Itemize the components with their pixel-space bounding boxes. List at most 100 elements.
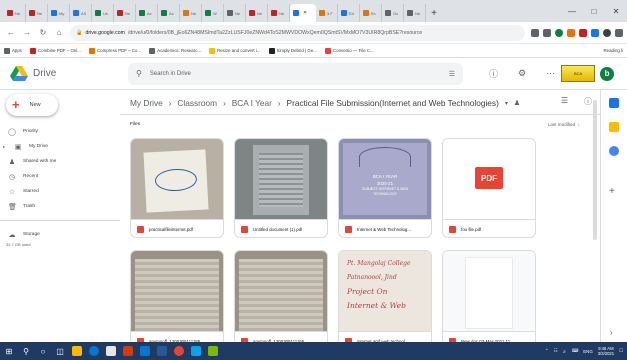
- new-tab-button[interactable]: +: [426, 4, 442, 22]
- browser-tab[interactable]: Ne: [268, 4, 290, 22]
- breadcrumb-item[interactable]: My Drive: [130, 98, 163, 108]
- account-avatar[interactable]: b: [600, 66, 615, 81]
- edge-icon[interactable]: [89, 346, 99, 356]
- forward-icon[interactable]: →: [22, 28, 32, 37]
- close-window-icon[interactable]: ✕: [605, 0, 627, 22]
- office-icon[interactable]: [123, 346, 133, 356]
- extension-icon[interactable]: [591, 28, 599, 37]
- sort-control[interactable]: Last modified ↓: [548, 122, 580, 127]
- notifications-icon[interactable]: ☐: [619, 348, 623, 354]
- browser-tab[interactable]: Ed: [338, 4, 360, 22]
- file-card[interactable]: anutosoff_1200305111165...: [234, 250, 328, 350]
- browser-tab[interactable]: Ne: [224, 4, 246, 22]
- shared-folder-icon[interactable]: ♟: [514, 99, 520, 107]
- bookmark-item[interactable]: Apps: [4, 47, 22, 54]
- clock[interactable]: 9:46 AM 3/3/2021: [598, 346, 614, 356]
- file-card[interactable]: Untitled document (1).pdf: [234, 138, 328, 238]
- chevron-down-icon[interactable]: ▾: [505, 100, 508, 107]
- sidebar-item-trash[interactable]: 🗑 Trash: [0, 199, 120, 214]
- file-card[interactable]: anutosoff_1200305111185...: [130, 250, 224, 350]
- bookmark-star-icon[interactable]: [543, 28, 551, 37]
- search-bar[interactable]: ⚲ Search in Drive ☰: [128, 62, 463, 85]
- file-card[interactable]: Pt. Mangolaj College Patnanoool, Jind Pr…: [338, 250, 432, 350]
- browser-tab[interactable]: Ne: [404, 4, 426, 22]
- extension-icon[interactable]: [579, 28, 587, 37]
- file-card[interactable]: New doc 03-Mar-2021 11...: [442, 250, 536, 350]
- sidebar-item-recent[interactable]: ◷ Recent: [0, 169, 120, 184]
- home-icon[interactable]: ⌂: [54, 28, 64, 37]
- breadcrumb-item[interactable]: Classroom: [177, 98, 217, 108]
- browser-tab[interactable]: My: [48, 4, 70, 22]
- browser-tab[interactable]: AS: [70, 4, 92, 22]
- chrome-icon[interactable]: [174, 346, 184, 356]
- windows-start-icon[interactable]: ⊞: [4, 346, 14, 356]
- sidebar-item-priority[interactable]: ◯ Priority: [0, 124, 120, 139]
- breadcrumb-item[interactable]: BCA I Year: [232, 98, 272, 108]
- network-icon[interactable]: ☷: [554, 348, 558, 354]
- address-bar[interactable]: 🔒 drive.google.com/drive/u/0/folders/0B_…: [70, 24, 525, 41]
- minimize-icon[interactable]: —: [561, 0, 583, 22]
- breadcrumb-current[interactable]: Practical File Submission(Internet and W…: [287, 98, 499, 108]
- browser-tab[interactable]: Ne: [26, 4, 48, 22]
- reading-list[interactable]: Reading li: [603, 48, 627, 53]
- task-view-icon[interactable]: ◫: [55, 346, 65, 356]
- browser-tab[interactable]: Gc: [382, 4, 404, 22]
- browser-tab-active[interactable]: ✕: [290, 4, 316, 22]
- bookmark-item[interactable]: Compress PDF – Co...: [88, 47, 141, 54]
- browser-tab[interactable]: Ex: [360, 4, 382, 22]
- search-icon[interactable]: ⚲: [136, 69, 142, 78]
- sidebar-item-my-drive[interactable]: ▸ ▣ My Drive: [0, 139, 120, 154]
- browser-tab[interactable]: 3.F: [316, 4, 338, 22]
- app-icon[interactable]: [208, 346, 218, 356]
- browser-tab[interactable]: Ne: [246, 4, 268, 22]
- maximize-icon[interactable]: □: [583, 0, 605, 22]
- browser-tab[interactable]: Ne: [180, 4, 202, 22]
- extension-icon[interactable]: [555, 28, 563, 37]
- bookmark-item[interactable]: Combine PDF – Onl...: [30, 47, 81, 54]
- calendar-icon[interactable]: [609, 98, 619, 108]
- sidebar-item-starred[interactable]: ☆ Starred: [0, 184, 120, 199]
- browser-tab[interactable]: Ne: [114, 4, 136, 22]
- store-icon[interactable]: [106, 346, 116, 356]
- search-icon[interactable]: ⚲: [21, 346, 31, 356]
- word-icon[interactable]: [157, 346, 167, 356]
- extension-icon[interactable]: [531, 28, 539, 37]
- list-view-icon[interactable]: ☰: [561, 96, 568, 107]
- bookmark-item[interactable]: Academics: Researc...: [149, 47, 201, 54]
- search-input[interactable]: Search in Drive: [150, 71, 191, 77]
- file-card[interactable]: practicalfileinternet.pdf: [130, 138, 224, 238]
- file-card[interactable]: BCA I YEAR 2020-21 SUBJECT: INTERNET & W…: [338, 138, 432, 238]
- main-scrollbar[interactable]: [593, 100, 597, 240]
- volume-icon[interactable]: ♬: [563, 349, 567, 354]
- menu-icon[interactable]: [615, 28, 623, 37]
- back-icon[interactable]: ←: [6, 28, 16, 37]
- drive-logo[interactable]: Drive: [0, 66, 128, 81]
- sidebar-item-shared[interactable]: ♟ Shared with me: [0, 154, 120, 169]
- bookmark-item[interactable]: Simply Debrid | Ge...: [268, 47, 317, 54]
- close-tab-icon[interactable]: ✕: [303, 10, 307, 16]
- keyboard-icon[interactable]: ⌨: [572, 348, 578, 354]
- help-icon[interactable]: ⓘ: [489, 67, 498, 80]
- reload-icon[interactable]: ↻: [38, 28, 48, 37]
- new-button[interactable]: + New: [6, 94, 58, 116]
- file-explorer-icon[interactable]: [72, 346, 82, 356]
- browser-tab[interactable]: Ne: [4, 4, 26, 22]
- search-options-icon[interactable]: ☰: [449, 70, 455, 78]
- file-card[interactable]: PDF foo file.pdf: [442, 138, 536, 238]
- bookmark-item[interactable]: Resize and convert i...: [209, 47, 261, 54]
- collapse-panel-icon[interactable]: ›: [610, 328, 613, 337]
- info-icon[interactable]: ⓘ: [584, 96, 592, 107]
- browser-tab[interactable]: W: [202, 4, 224, 22]
- tasks-icon[interactable]: [609, 146, 619, 156]
- sidebar-item-storage[interactable]: ☁ Storage: [0, 227, 120, 242]
- language-indicator[interactable]: ENG: [583, 349, 593, 354]
- browser-tab[interactable]: Ac: [136, 4, 158, 22]
- cortana-icon[interactable]: ○: [38, 346, 48, 356]
- add-addon-icon[interactable]: +: [609, 186, 615, 197]
- browser-tab[interactable]: Ac: [158, 4, 180, 22]
- expand-caret-icon[interactable]: ▸: [3, 144, 7, 149]
- mail-icon[interactable]: [140, 346, 150, 356]
- browser-tab[interactable]: Un: [92, 4, 114, 22]
- apps-grid-icon[interactable]: ⋯: [546, 68, 555, 79]
- profile-icon[interactable]: [603, 28, 611, 37]
